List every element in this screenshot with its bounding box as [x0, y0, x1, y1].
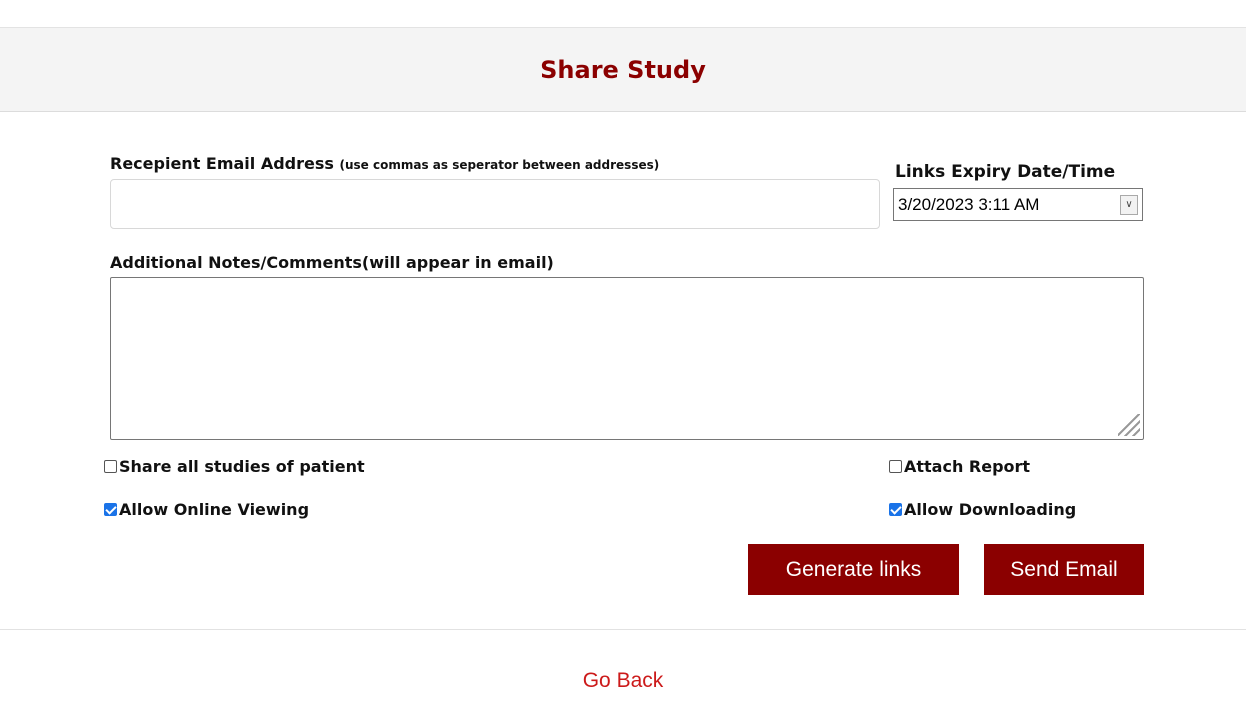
attach-report-checkbox[interactable]: Attach Report: [889, 457, 1030, 476]
expiry-datetime-select[interactable]: 3/20/2023 3:11 AM ∨: [893, 188, 1143, 221]
allow-downloading-label: Allow Downloading: [904, 500, 1077, 519]
page-title: Share Study: [540, 55, 706, 84]
go-back-link[interactable]: Go Back: [0, 669, 1246, 693]
allow-online-viewing-checkbox[interactable]: Allow Online Viewing: [104, 500, 309, 519]
notes-textarea[interactable]: [110, 277, 1144, 440]
page-header: Share Study: [0, 27, 1246, 112]
checkbox-icon[interactable]: [104, 503, 117, 516]
expiry-datetime-value: 3/20/2023 3:11 AM: [898, 194, 1040, 214]
send-email-button[interactable]: Send Email: [984, 544, 1144, 595]
generate-links-button[interactable]: Generate links: [748, 544, 959, 595]
allow-downloading-checkbox[interactable]: Allow Downloading: [889, 500, 1076, 519]
share-all-studies-checkbox[interactable]: Share all studies of patient: [104, 457, 365, 476]
expiry-label: Links Expiry Date/Time: [895, 162, 1116, 182]
share-all-studies-label: Share all studies of patient: [119, 457, 365, 476]
attach-report-label: Attach Report: [904, 457, 1031, 476]
footer-divider: [0, 629, 1246, 630]
email-label: Recepient Email Address (use commas as s…: [110, 154, 659, 173]
resize-grip-icon[interactable]: [1118, 414, 1140, 436]
allow-online-viewing-label: Allow Online Viewing: [119, 500, 310, 519]
recipient-email-input[interactable]: [110, 179, 880, 229]
checkbox-icon[interactable]: [104, 460, 117, 473]
email-hint: (use commas as seperator between address…: [339, 158, 660, 172]
email-label-text: Recepient Email Address: [110, 154, 334, 173]
chevron-down-icon[interactable]: ∨: [1120, 194, 1138, 215]
checkbox-icon[interactable]: [889, 460, 902, 473]
checkbox-icon[interactable]: [889, 503, 902, 516]
notes-label: Additional Notes/Comments(will appear in…: [110, 253, 554, 272]
